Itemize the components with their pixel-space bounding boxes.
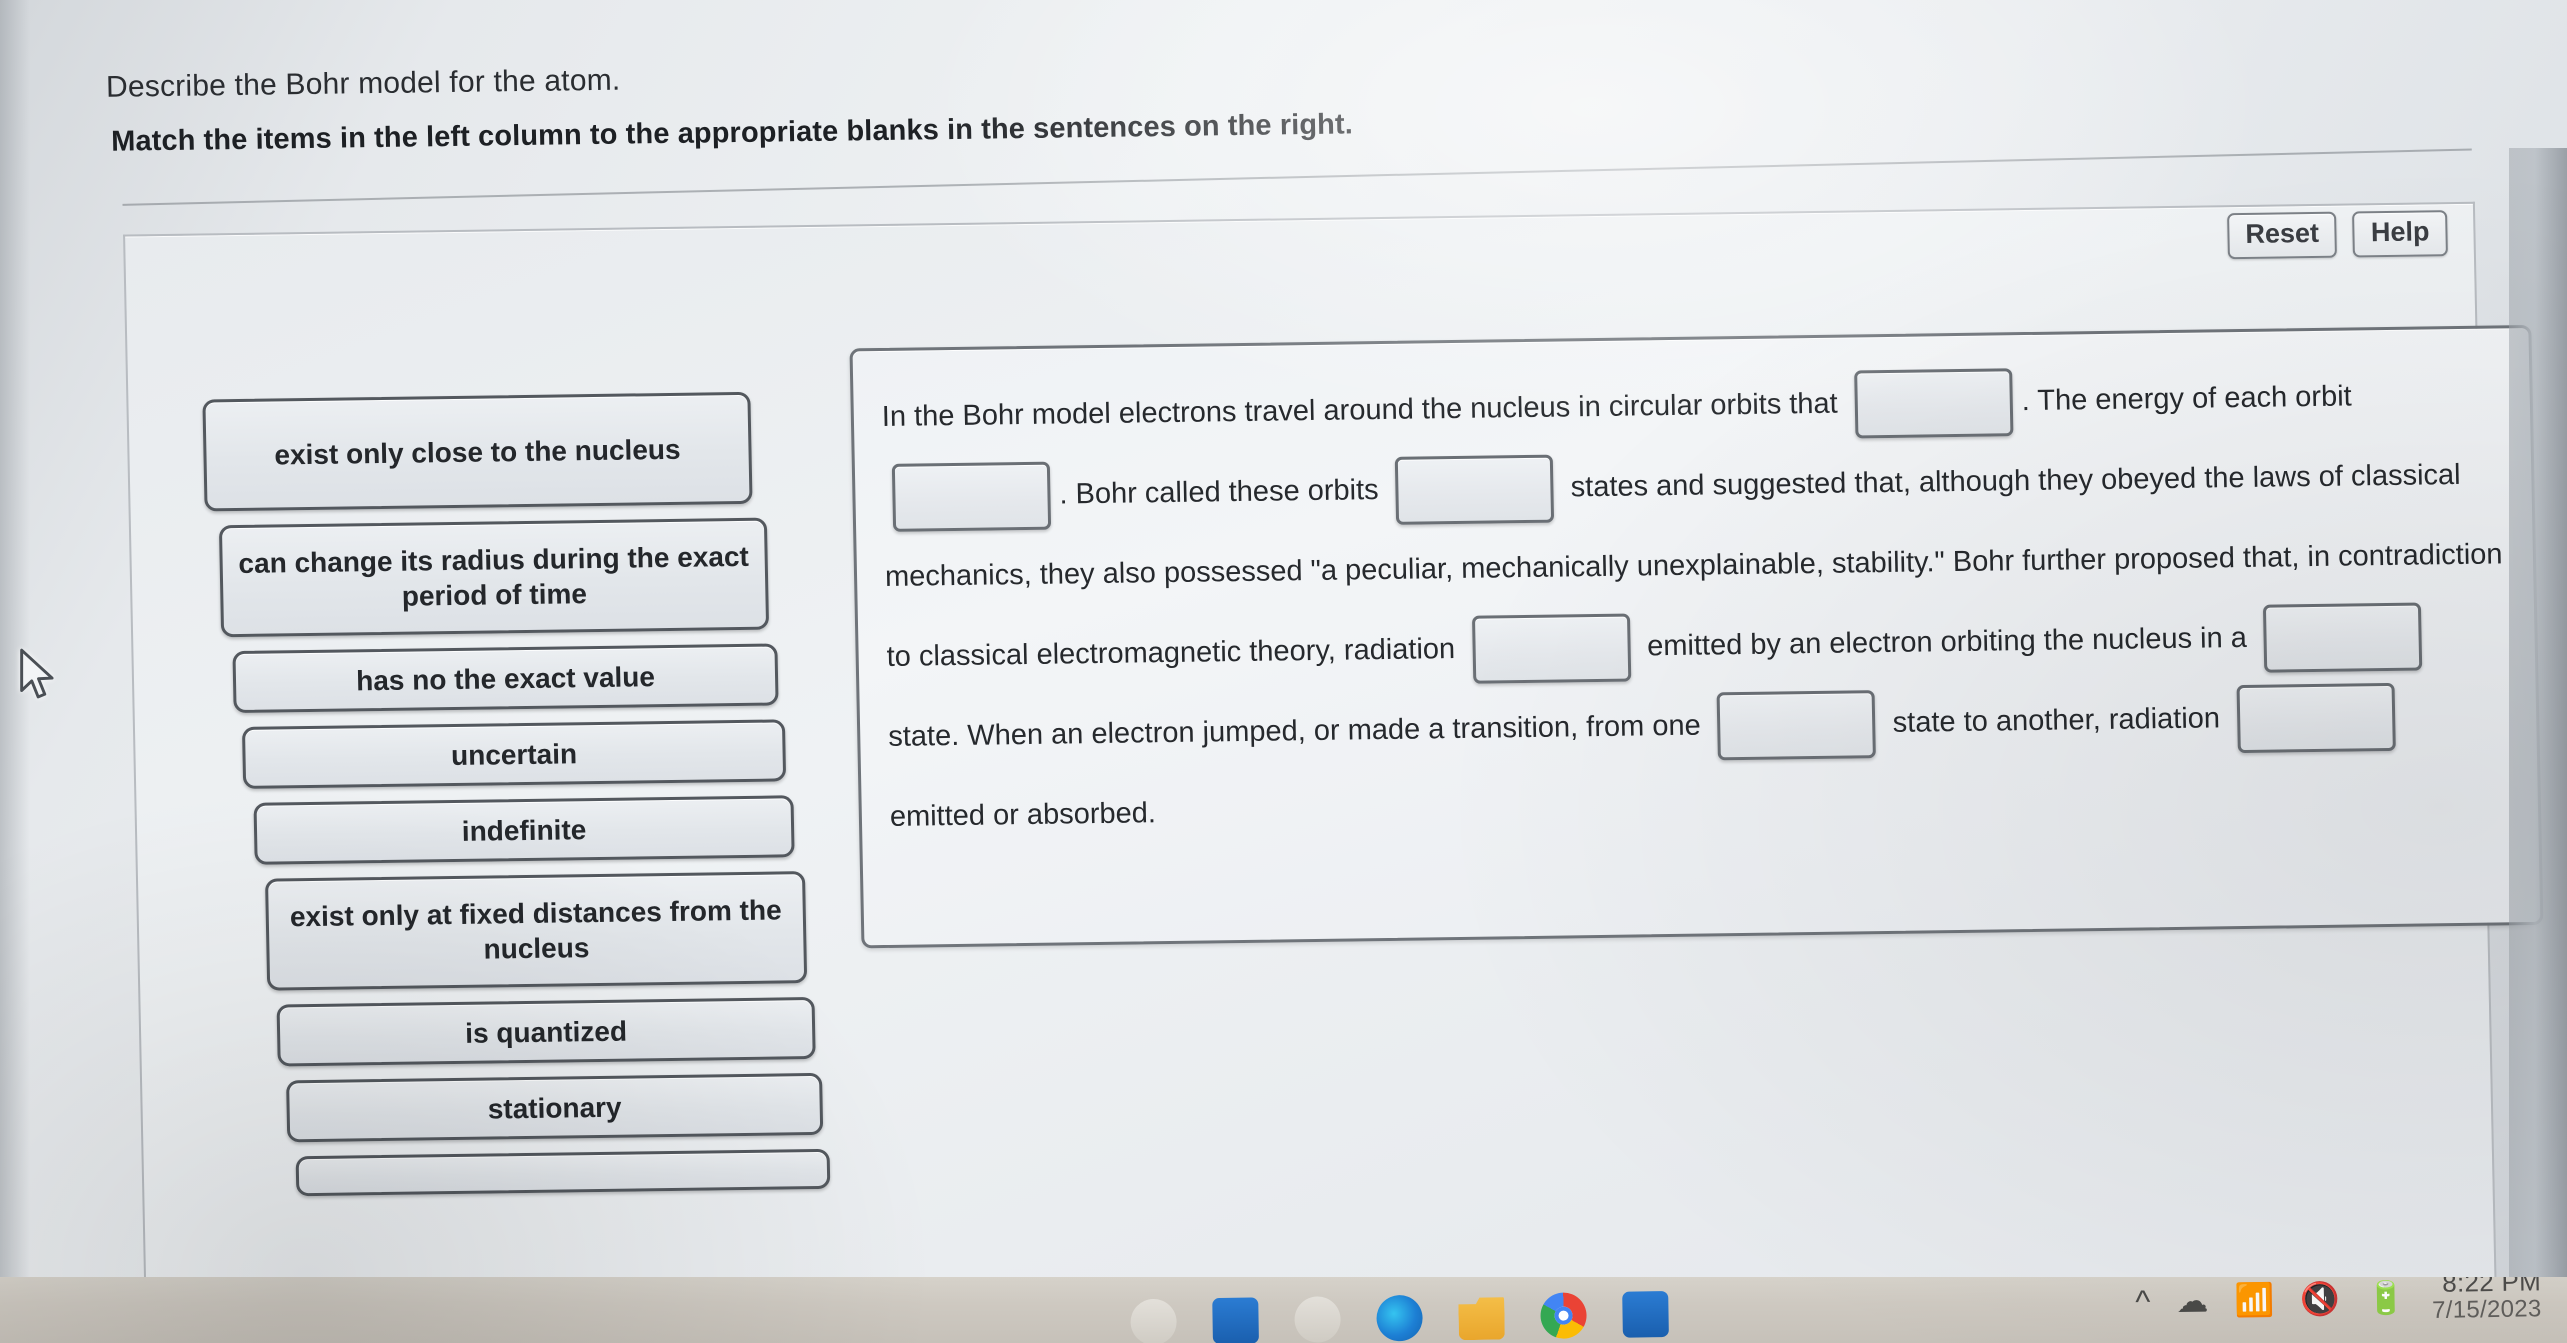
exercise-toolbar: Reset Help [2226,210,2448,259]
exercise-panel: Reset Help exist only close to the nucle… [123,201,2544,1343]
choice-item[interactable]: stationary [286,1072,824,1143]
photographed-screen: Describe the Bohr model for the atom. Ma… [0,0,2567,1343]
choice-column: exist only close to the nucleus can chang… [202,391,831,1212]
answer-blank-2[interactable] [891,462,1052,533]
answer-blank-7[interactable] [2236,683,2396,754]
choice-item[interactable]: can change its radius during the exact p… [218,517,770,638]
choice-item[interactable]: indefinite [253,795,795,865]
task-view-icon[interactable] [1212,1297,1259,1343]
wifi-icon[interactable]: 📶 [2234,1281,2274,1318]
choice-item[interactable]: has no the exact value [232,643,779,714]
window-divider [122,148,2472,206]
search-icon[interactable] [1130,1298,1177,1343]
answer-blank-3[interactable] [1395,454,1555,526]
page-scrollbar[interactable] [2509,148,2567,1278]
answer-blank-4[interactable] [1471,613,1631,685]
onedrive-icon[interactable]: ☁ [2176,1282,2209,1318]
chevron-up-icon[interactable]: ^ [2135,1283,2151,1319]
file-explorer-icon[interactable] [1294,1296,1341,1343]
reset-button[interactable]: Reset [2226,211,2338,259]
edge-icon[interactable] [1376,1294,1423,1342]
system-tray: ^ ☁ 📶 🔇 🔋 8:22 PM 7/15/2023 [2135,1277,2542,1330]
windows-taskbar: ^ ☁ 📶 🔇 🔋 8:22 PM 7/15/2023 [0,1277,2567,1343]
help-button[interactable]: Help [2352,210,2448,258]
answer-blank-1[interactable] [1854,368,2014,439]
clock-date: 7/15/2023 [2431,1295,2542,1325]
sentence-text: In the Bohr model electrons travel aroun… [881,387,1847,434]
question-instruction: Match the items in the left column to th… [110,108,1354,158]
choice-item[interactable]: exist only at fixed distances from the n… [265,871,808,991]
sentence-text: . The energy of each orbit [2021,380,2361,418]
choice-item[interactable]: is quantized [276,996,816,1067]
browser-page: Describe the Bohr model for the atom. Ma… [0,0,2567,1343]
sentence-text: emitted by an electron orbiting the nucl… [1638,621,2256,663]
sentence-text: . Bohr called these orbits [1059,473,1387,511]
word-icon[interactable] [1622,1290,1669,1338]
battery-charging-icon[interactable]: 🔋 [2366,1279,2406,1316]
chrome-icon[interactable] [1540,1292,1587,1339]
taskbar-app-icons [1130,1290,1669,1343]
store-icon[interactable] [1458,1294,1505,1341]
answer-blank-6[interactable] [1717,690,1877,761]
choice-item[interactable]: exist only close to the nucleus [202,391,753,512]
choice-item-clipped[interactable] [295,1148,831,1197]
question-title: Describe the Bohr model for the atom. [105,63,621,104]
sentence-panel: In the Bohr model electrons travel aroun… [849,324,2544,949]
choice-item[interactable]: uncertain [241,719,787,789]
clock[interactable]: 8:22 PM 7/15/2023 [2431,1277,2542,1325]
sentence-text: state to another, radiation [1884,702,2229,740]
answer-blank-5[interactable] [2263,602,2423,674]
volume-muted-icon[interactable]: 🔇 [2300,1280,2340,1317]
mouse-pointer [20,648,54,699]
